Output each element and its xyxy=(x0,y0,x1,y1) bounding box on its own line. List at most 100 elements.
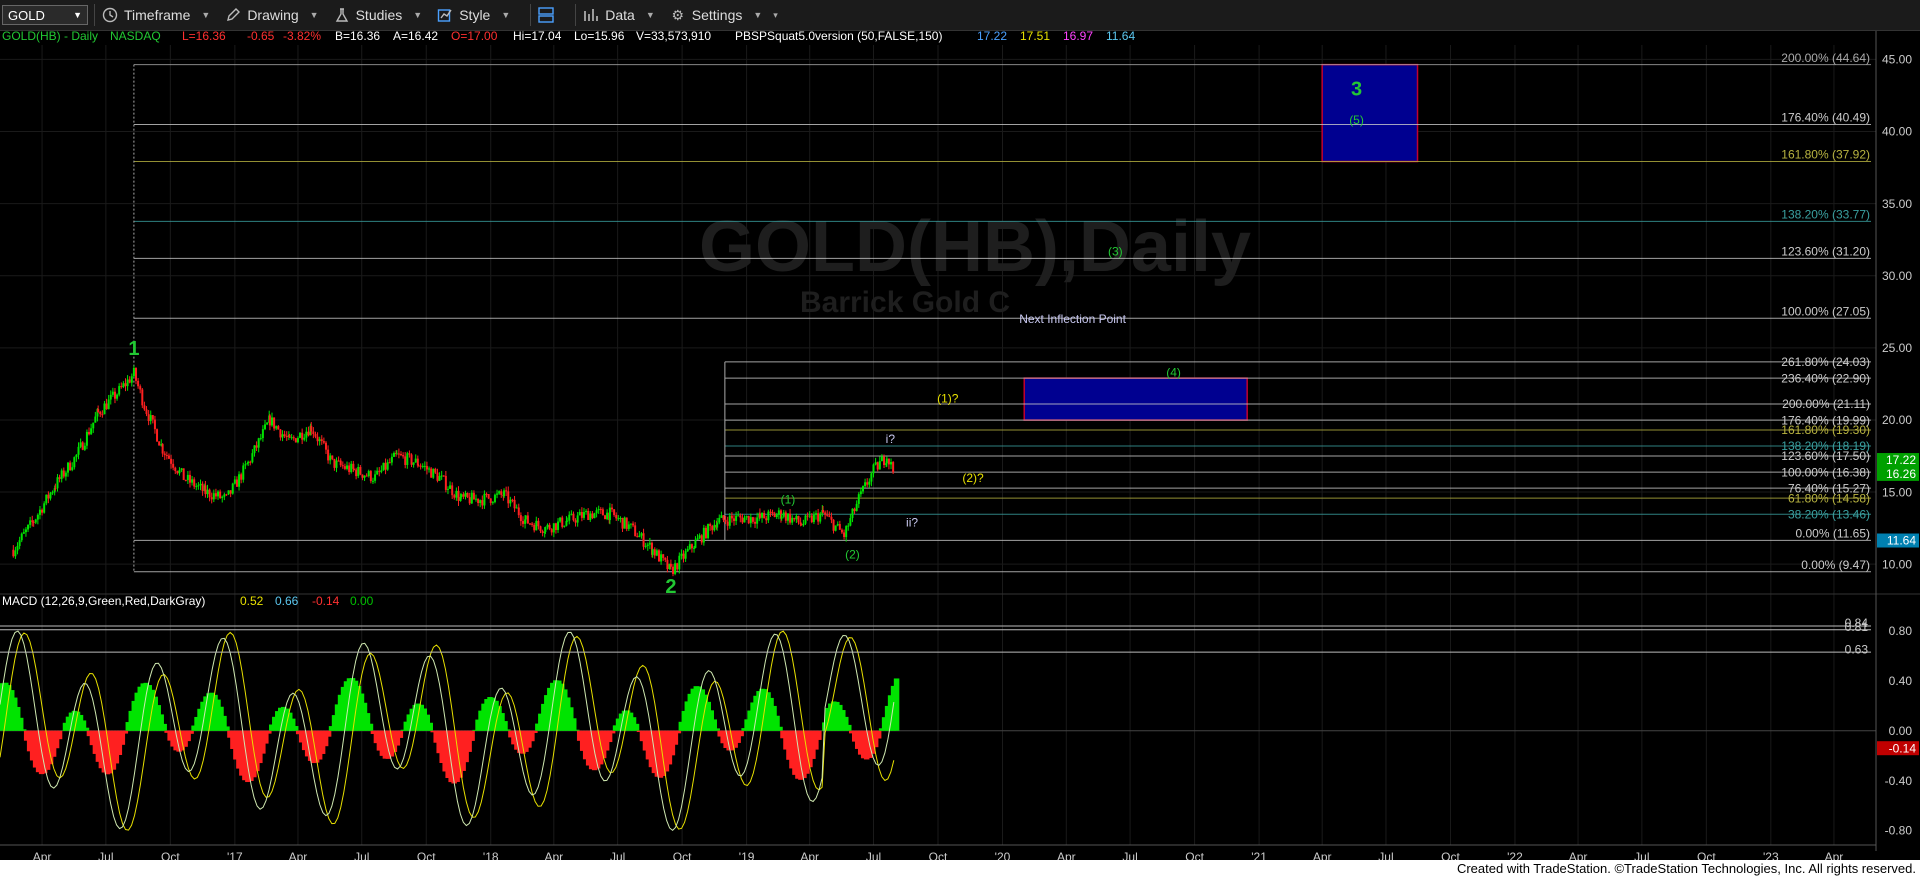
candle-body xyxy=(120,386,123,388)
candle-body xyxy=(747,515,750,524)
candle-body xyxy=(890,462,893,465)
candle-body xyxy=(496,493,499,495)
symbol-selector[interactable]: GOLD ▼ xyxy=(2,5,88,25)
candle-body xyxy=(390,456,393,463)
macd-histogram-bar xyxy=(777,726,783,731)
candle-body xyxy=(141,389,144,406)
macd-last-label: -0.14 xyxy=(1889,741,1917,755)
candle-body xyxy=(642,533,645,547)
candle-body xyxy=(808,515,811,517)
candle-body xyxy=(541,531,544,533)
candle-body xyxy=(14,550,17,557)
candle-body xyxy=(824,512,827,515)
candle-body xyxy=(165,455,168,457)
candle-body xyxy=(257,438,260,448)
candle-body xyxy=(122,383,125,388)
toolbar-separator xyxy=(575,4,577,26)
candle-body xyxy=(414,458,417,463)
candle-body xyxy=(273,417,276,429)
macd-level-label: 0.81 xyxy=(1845,620,1869,634)
candle-body xyxy=(741,517,744,523)
candle-body xyxy=(335,460,338,468)
candle-body xyxy=(711,526,714,531)
y-tick-label: 25.00 xyxy=(1882,341,1912,355)
candle-body xyxy=(399,454,402,456)
candle-body xyxy=(513,499,516,509)
candle-body xyxy=(101,414,104,416)
candle-body xyxy=(606,512,609,520)
candle-body xyxy=(365,475,368,477)
candle-body xyxy=(684,551,687,559)
price-candles xyxy=(12,365,895,577)
candle-body xyxy=(20,533,23,541)
candle-body xyxy=(380,470,383,472)
layout-button[interactable] xyxy=(537,6,555,24)
y-tick-label: 35.00 xyxy=(1882,197,1912,211)
candle-body xyxy=(737,515,740,517)
candle-body xyxy=(735,515,738,521)
header-pct: -3.82% xyxy=(283,31,321,43)
price-tag-label: 17.22 xyxy=(1886,453,1916,467)
candle-body xyxy=(283,434,286,437)
wave-label: 1 xyxy=(128,338,139,360)
candle-body xyxy=(214,493,217,497)
candle-body xyxy=(124,383,127,387)
candle-body xyxy=(570,513,573,515)
candle-body xyxy=(412,462,415,465)
drawing-menu[interactable]: Drawing ▼ xyxy=(224,6,319,24)
candle-body xyxy=(404,456,407,465)
x-tick-label: Apr xyxy=(800,850,819,860)
candle-body xyxy=(81,442,84,450)
candle-body xyxy=(314,434,317,437)
chart-style-icon xyxy=(436,6,454,24)
footer: Created with TradeStation. ©TradeStation… xyxy=(0,860,1920,878)
candle-body xyxy=(698,535,701,539)
candle-body xyxy=(761,512,764,518)
wave-label: 3 xyxy=(1351,78,1362,100)
candle-body xyxy=(515,507,518,509)
candle-body xyxy=(244,464,247,466)
candle-body xyxy=(371,480,374,482)
header-exchange: NASDAQ xyxy=(110,31,161,43)
candle-body xyxy=(12,549,15,557)
chart-area[interactable]: GOLD(HB),Daily Barrick Gold C 200.00% (4… xyxy=(0,31,1920,860)
candle-body xyxy=(507,491,510,504)
candle-body xyxy=(339,460,342,466)
y-tick-label: 20.00 xyxy=(1882,413,1912,427)
candle-body xyxy=(49,492,52,499)
candle-body xyxy=(201,483,204,491)
candle-body xyxy=(221,496,224,498)
candle-body xyxy=(85,431,88,446)
candle-body xyxy=(324,442,327,450)
fib-right-label: 61.80% (14.58) xyxy=(1788,491,1870,505)
candle-body xyxy=(732,518,735,521)
candle-body xyxy=(537,520,540,527)
settings-menu[interactable]: ⚙ Settings ▼ ▾ xyxy=(669,6,777,24)
timeframe-menu[interactable]: Timeframe ▼ xyxy=(101,6,210,24)
x-tick-label: Oct xyxy=(1441,850,1460,860)
studies-menu[interactable]: Studies ▼ xyxy=(333,6,423,24)
candle-body xyxy=(739,515,742,518)
candle-body xyxy=(789,513,792,523)
candle-body xyxy=(874,462,877,465)
candle-body xyxy=(199,483,202,486)
chevron-down-icon: ▼ xyxy=(501,10,511,20)
candle-body xyxy=(580,511,583,518)
macd-value-3: -0.14 xyxy=(312,594,340,608)
candle-body xyxy=(382,462,385,471)
data-menu[interactable]: Data ▼ xyxy=(582,6,655,24)
candle-body xyxy=(310,425,313,432)
candle-body xyxy=(576,515,579,523)
chevron-down-icon: ▼ xyxy=(201,10,211,20)
header-line: GOLD(HB) - Daily NASDAQ L=16.36 -0.65 -3… xyxy=(2,31,1135,43)
candle-body xyxy=(167,455,170,459)
header-volume: V=33,573,910 xyxy=(636,31,711,43)
x-tick-label: Apr xyxy=(1569,850,1588,860)
candle-body xyxy=(329,455,332,461)
candle-body xyxy=(440,475,443,477)
chevron-down-icon: ▼ xyxy=(413,10,423,20)
fib-label: 176.40% (40.49) xyxy=(1781,111,1870,125)
candle-body xyxy=(648,542,651,545)
style-menu[interactable]: Style ▼ xyxy=(436,6,510,24)
candle-body xyxy=(397,453,400,455)
